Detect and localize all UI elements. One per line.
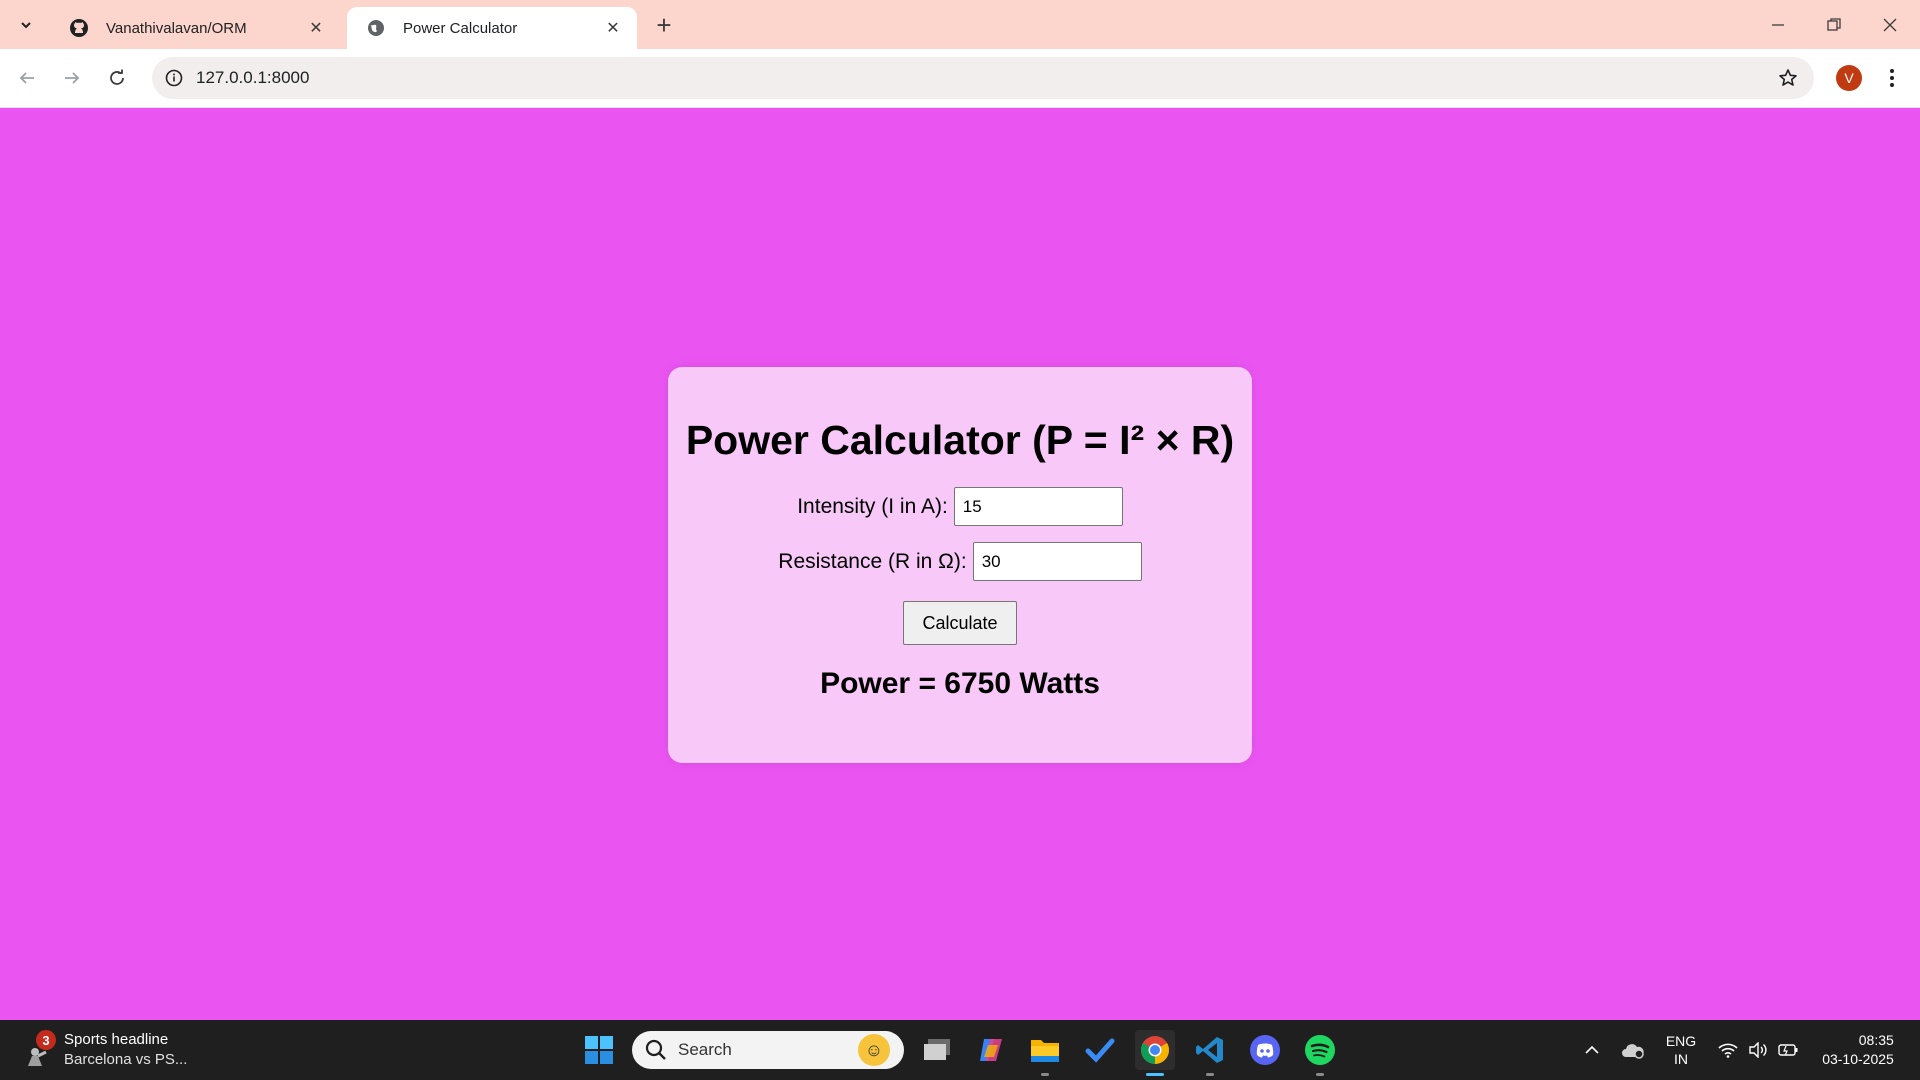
minimize-icon — [1772, 23, 1784, 26]
intensity-input[interactable] — [953, 487, 1123, 526]
arrow-left-icon — [19, 72, 34, 84]
reload-button[interactable] — [101, 62, 133, 94]
search-placeholder: Search — [678, 1040, 732, 1059]
globe-icon — [365, 17, 387, 39]
intensity-row: Intensity (I in A): — [668, 487, 1252, 526]
calculate-button[interactable]: Calculate — [903, 601, 1017, 645]
clock[interactable]: 08:35 03-10-2025 — [1810, 1020, 1906, 1080]
wifi-icon[interactable] — [1714, 1020, 1742, 1080]
forward-button[interactable] — [56, 62, 88, 94]
address-bar[interactable]: 127.0.0.1:8000 — [152, 57, 1814, 99]
chevron-down-icon — [21, 22, 31, 29]
volume-icon[interactable] — [1744, 1020, 1772, 1080]
region-code: IN — [1674, 1051, 1688, 1067]
new-tab-button[interactable]: + — [650, 10, 678, 40]
running-indicator — [1041, 1073, 1049, 1076]
chrome-icon[interactable] — [1135, 1030, 1175, 1076]
chevron-up-icon[interactable] — [1578, 1020, 1606, 1080]
tab-title: Power Calculator — [403, 19, 518, 37]
tab-search-button[interactable] — [13, 12, 39, 38]
sun-icon: ☺ — [858, 1034, 890, 1066]
page-title: Power Calculator (P = I² × R) — [685, 417, 1235, 463]
clock-time: 08:35 — [1858, 1032, 1894, 1048]
minimize-button[interactable] — [1750, 0, 1806, 49]
back-button[interactable] — [11, 62, 43, 94]
clock-date: 03-10-2025 — [1822, 1051, 1894, 1067]
restore-button[interactable] — [1806, 0, 1862, 49]
news-widget[interactable]: 3 Sports headline Barcelona vs PS... — [22, 1030, 187, 1070]
intensity-label: Intensity (I in A): — [797, 494, 948, 518]
widget-title: Sports headline — [64, 1031, 169, 1048]
star-icon[interactable] — [1776, 66, 1800, 90]
github-icon — [68, 17, 90, 39]
task-view-icon[interactable] — [917, 1030, 957, 1070]
discord-icon[interactable] — [1245, 1030, 1285, 1070]
tab-github[interactable]: Vanathivalavan/ORM ✕ — [50, 7, 340, 49]
search-icon — [644, 1038, 668, 1062]
running-indicator — [1146, 1073, 1164, 1076]
widget-subtitle: Barcelona vs PS... — [64, 1051, 188, 1068]
language-code: ENG — [1665, 1033, 1697, 1049]
tab-power-calculator[interactable]: Power Calculator ✕ — [347, 7, 637, 49]
tab-strip: Vanathivalavan/ORM ✕ Power Calculator ✕ … — [0, 0, 1920, 49]
calculator-card: Power Calculator (P = I² × R) Intensity … — [668, 367, 1252, 763]
windows-start-icon[interactable] — [579, 1030, 619, 1070]
tab-title: Vanathivalavan/ORM — [106, 19, 247, 37]
todo-icon[interactable] — [1080, 1030, 1120, 1070]
menu-button[interactable] — [1880, 63, 1904, 93]
taskbar-search[interactable]: Search ☺ — [632, 1031, 904, 1069]
result-text: Power = 6750 Watts — [820, 667, 1100, 700]
close-icon[interactable]: ✕ — [306, 18, 326, 38]
url-text[interactable]: 127.0.0.1:8000 — [196, 68, 309, 88]
resistance-row: Resistance (R in Ω): — [668, 542, 1252, 581]
running-indicator — [1316, 1073, 1324, 1076]
vscode-icon[interactable] — [1190, 1030, 1230, 1076]
taskbar: 3 Sports headline Barcelona vs PS... Sea… — [0, 1020, 1920, 1080]
arrow-right-icon — [65, 72, 80, 84]
info-icon[interactable] — [162, 66, 186, 90]
resistance-label: Resistance (R in Ω): — [778, 549, 967, 573]
window-close-button[interactable] — [1862, 0, 1918, 49]
close-icon — [1883, 18, 1897, 31]
copilot-icon[interactable] — [971, 1030, 1011, 1070]
more-vertical-icon — [1890, 69, 1894, 87]
avatar[interactable]: V — [1836, 65, 1862, 91]
browser-toolbar: 127.0.0.1:8000 V — [0, 49, 1920, 108]
language-indicator[interactable]: ENG IN — [1660, 1020, 1702, 1080]
sports-icon: 3 — [22, 1030, 58, 1068]
file-explorer-icon[interactable] — [1025, 1030, 1065, 1076]
close-icon[interactable]: ✕ — [603, 18, 623, 38]
battery-icon[interactable] — [1774, 1020, 1802, 1080]
running-indicator — [1206, 1073, 1214, 1076]
restore-icon — [1827, 17, 1841, 31]
spotify-icon[interactable] — [1300, 1030, 1340, 1076]
resistance-input[interactable] — [972, 542, 1142, 581]
notification-badge: 3 — [36, 1030, 56, 1050]
onedrive-icon[interactable] — [1618, 1020, 1648, 1080]
reload-icon — [110, 69, 124, 85]
